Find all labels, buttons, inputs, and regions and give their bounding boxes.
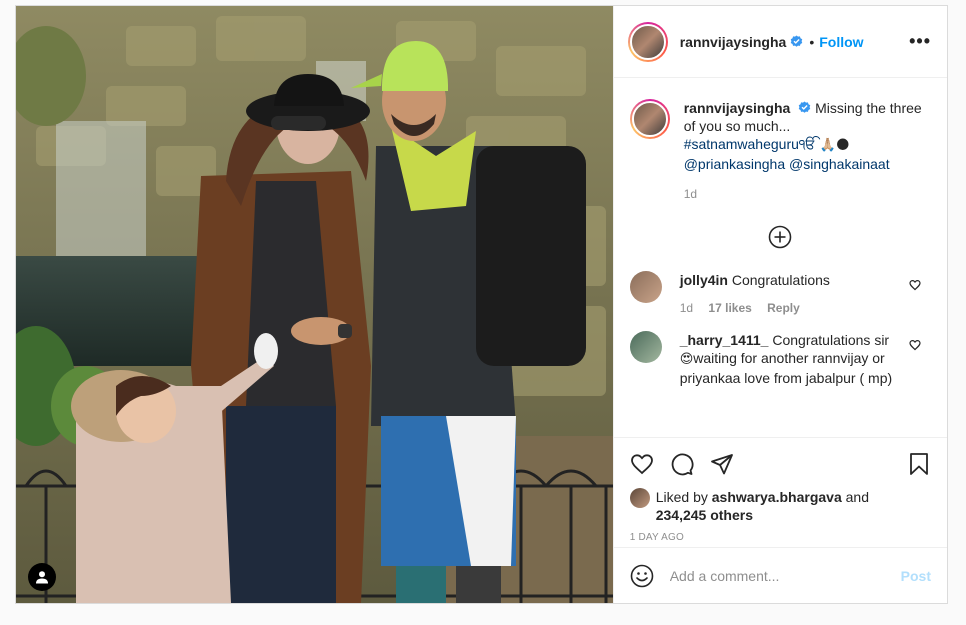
- liker-username[interactable]: ashwarya.bhargava: [712, 489, 842, 505]
- caption-mention-singhakainaat[interactable]: @singhakainaat: [789, 156, 890, 172]
- likes-others[interactable]: 234,245 others: [656, 507, 753, 523]
- post-caption: rannvijaysingha Missing the three of you…: [629, 99, 931, 203]
- commenter-username[interactable]: jolly4in: [680, 272, 728, 288]
- comment-body: jolly4in Congratulations 1d 17 likes Rep…: [680, 271, 905, 317]
- comment-item: _harry_1411_ Congratulations sir 😍waitin…: [629, 331, 931, 387]
- caption-body: rannvijaysingha Missing the three of you…: [684, 99, 931, 203]
- reply-button[interactable]: Reply: [767, 301, 800, 315]
- more-options-icon[interactable]: •••: [909, 31, 931, 52]
- comment-meta: 1d 17 likes Reply: [680, 299, 905, 317]
- author-username[interactable]: rannvijaysingha: [680, 34, 787, 50]
- author-avatar[interactable]: [627, 21, 668, 62]
- caption-author-avatar[interactable]: [629, 99, 670, 139]
- user-tag-icon[interactable]: [28, 563, 56, 591]
- add-comment-bar: Post: [613, 547, 947, 603]
- action-icons: [630, 440, 931, 488]
- commenter-avatar[interactable]: [629, 271, 662, 303]
- caption-mention-priankasingha[interactable]: @priankasingha: [684, 156, 785, 172]
- photo-illustration: [16, 6, 613, 603]
- caption-emojis: 🙏🏼🌑: [819, 138, 850, 153]
- comments-section[interactable]: rannvijaysingha Missing the three of you…: [614, 79, 947, 437]
- post-actions: Liked by ashwarya.bhargava and 234,245 o…: [613, 437, 947, 543]
- post-comment-button[interactable]: Post: [901, 568, 931, 584]
- comment-likes[interactable]: 17 likes: [708, 301, 751, 315]
- likes-prefix: Liked by: [655, 489, 708, 505]
- comment-input[interactable]: [669, 567, 901, 584]
- comment-body: _harry_1411_ Congratulations sir 😍waitin…: [680, 331, 905, 387]
- comment-text: Congratulations sir: [772, 332, 890, 348]
- header-separator: •: [809, 33, 815, 50]
- comment-like-heart-icon[interactable]: [909, 339, 921, 351]
- post-sidebar: rannvijaysingha • Follow ••• rannvijaysi…: [612, 6, 947, 603]
- commenter-avatar[interactable]: [629, 331, 662, 363]
- comment-text-continued: waiting for another rannvijay or priyank…: [679, 350, 893, 386]
- heart-icon[interactable]: [630, 452, 654, 476]
- post-header: rannvijaysingha • Follow •••: [613, 6, 947, 78]
- comment-timestamp[interactable]: 1d: [680, 301, 693, 315]
- post-photo[interactable]: [16, 6, 613, 603]
- caption-hashtag[interactable]: #satnamwaheguruੴ: [684, 136, 816, 152]
- commenter-username[interactable]: _harry_1411_: [680, 332, 769, 348]
- verified-badge-icon: [798, 101, 811, 113]
- plus-circle-icon[interactable]: [768, 225, 792, 249]
- smiley-icon[interactable]: [630, 564, 654, 588]
- comment-text: Congratulations: [731, 272, 830, 288]
- comment-item: jolly4in Congratulations 1d 17 likes Rep…: [629, 271, 931, 317]
- likes-middle: and: [845, 489, 869, 505]
- caption-username[interactable]: rannvijaysingha: [684, 100, 791, 116]
- liker-avatar[interactable]: [629, 488, 650, 508]
- load-more-comments[interactable]: [630, 225, 931, 249]
- likes-summary: Liked by ashwarya.bhargava and 234,245 o…: [629, 488, 931, 524]
- post-card: rannvijaysingha • Follow ••• rannvijaysi…: [15, 5, 948, 604]
- follow-button[interactable]: Follow: [819, 34, 863, 50]
- comment-like-heart-icon[interactable]: [909, 279, 921, 291]
- comment-icon[interactable]: [670, 452, 694, 476]
- comment-emoji: 😍: [679, 352, 694, 367]
- bookmark-icon[interactable]: [907, 452, 931, 476]
- share-icon[interactable]: [710, 452, 734, 476]
- caption-timestamp[interactable]: 1d: [684, 185, 931, 203]
- post-date[interactable]: 1 DAY AGO: [630, 532, 931, 543]
- verified-badge-icon: [791, 35, 803, 47]
